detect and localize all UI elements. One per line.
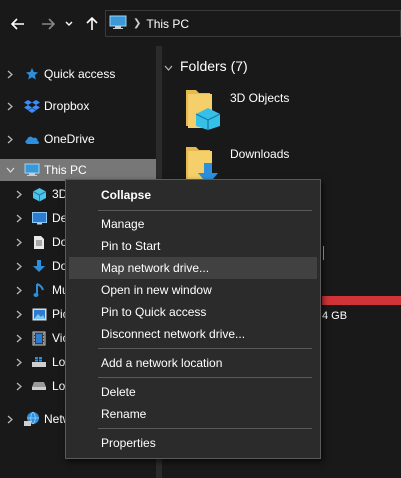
arrow-left-icon [11,18,24,30]
chevron-right-icon[interactable] [14,333,24,343]
menu-separator [98,210,312,211]
menu-item-properties[interactable]: Properties [69,432,317,454]
menu-item-label: Collapse [101,188,152,202]
menu-item-delete[interactable]: Delete [69,381,317,403]
desktop-icon [31,210,47,226]
menu-item-map-network-drive[interactable]: Map network drive... [69,257,317,279]
menu-item-label: Add a network location [101,356,223,370]
menu-item-disconnect-network-drive[interactable]: Disconnect network drive... [69,323,317,345]
document-icon [31,234,47,250]
context-menu: Collapse Manage Pin to Start Map network… [65,179,321,459]
folder-label: Downloads [230,147,290,161]
arrow-right-icon [42,18,55,30]
network-icon [24,411,40,427]
menu-item-add-network-location[interactable]: Add a network location [69,352,317,374]
menu-separator [98,428,312,429]
menu-item-label: Properties [101,436,156,450]
menu-item-label: Disconnect network drive... [101,327,246,341]
breadcrumb-this-pc[interactable]: This PC [146,17,189,31]
menu-separator [98,348,312,349]
folder-label: 3D Objects [230,91,290,105]
chevron-right-icon[interactable] [14,357,24,367]
menu-item-rename[interactable]: Rename [69,403,317,425]
up-button[interactable] [82,13,102,35]
chevron-right-icon[interactable] [14,237,24,247]
menu-item-label: Delete [101,385,136,399]
back-button[interactable] [8,13,28,35]
menu-item-label: Map network drive... [101,261,210,275]
chevron-right-icon[interactable] [14,285,24,295]
download-arrow-icon [31,258,47,274]
sidebar-item-label: This PC [44,163,87,177]
drive-usage-bar [322,296,401,305]
chevron-right-icon[interactable] [14,213,24,223]
chevron-right-icon[interactable] [5,101,15,111]
drive-icon [31,378,47,394]
chevron-right-icon[interactable] [14,309,24,319]
menu-item-label: Pin to Start [101,239,161,253]
windows-drive-icon [31,354,47,370]
recent-locations-button[interactable] [62,13,76,35]
sidebar-item-this-pc[interactable]: This PC [0,159,156,181]
dropbox-icon [24,98,40,114]
chevron-right-icon[interactable] [14,381,24,391]
sidebar-item-onedrive[interactable]: OneDrive [0,128,156,150]
sidebar-item-quick-access[interactable]: Quick access [0,63,156,85]
menu-item-collapse[interactable]: Collapse [69,184,317,206]
folder-3d-objects-icon [186,90,221,130]
chevron-right-icon[interactable] [5,69,15,79]
cube-icon [31,186,47,202]
sidebar-item-label: OneDrive [44,132,95,146]
chevron-down-icon[interactable] [5,165,15,175]
chevron-right-icon[interactable] [14,261,24,271]
sidebar-item-label: Dropbox [44,99,90,113]
this-pc-icon [24,162,40,178]
menu-item-pin-to-start[interactable]: Pin to Start [69,235,317,257]
film-icon [31,330,47,346]
chevron-right-icon[interactable] [14,189,24,199]
menu-item-label: Pin to Quick access [101,305,207,319]
this-pc-icon [109,14,127,33]
chevron-down-icon[interactable] [164,60,173,74]
address-box[interactable]: ❯ This PC [105,10,401,37]
sidebar-item-dropbox[interactable]: Dropbox [0,95,156,117]
chevron-down-icon [65,21,73,26]
music-note-icon [31,282,47,298]
menu-item-label: Rename [101,407,147,421]
menu-item-manage[interactable]: Manage [69,213,317,235]
menu-separator [98,377,312,378]
star-icon [24,66,40,82]
address-bar-area: ❯ This PC [0,0,401,46]
forward-button[interactable] [38,13,58,35]
folder-3d-objects[interactable] [184,86,224,133]
chevron-right-icon[interactable] [5,414,15,424]
cloud-icon [24,131,40,147]
chevron-right-icon[interactable] [5,134,15,144]
folders-section-title[interactable]: Folders (7) [180,58,248,74]
sidebar-item-label: Lo [52,379,66,393]
sidebar-item-label: Lo [52,355,66,369]
pictures-icon [31,306,47,322]
menu-item-open-in-new-window[interactable]: Open in new window [69,279,317,301]
sidebar-item-label: Quick access [44,67,116,81]
arrow-up-icon [86,17,98,30]
menu-item-label: Open in new window [101,283,212,297]
menu-item-label: Manage [101,217,145,231]
menu-item-pin-to-quick-access[interactable]: Pin to Quick access [69,301,317,323]
drive-size-text: 4 GB [322,310,348,322]
breadcrumb-chevron-icon: ❯ [133,18,142,29]
